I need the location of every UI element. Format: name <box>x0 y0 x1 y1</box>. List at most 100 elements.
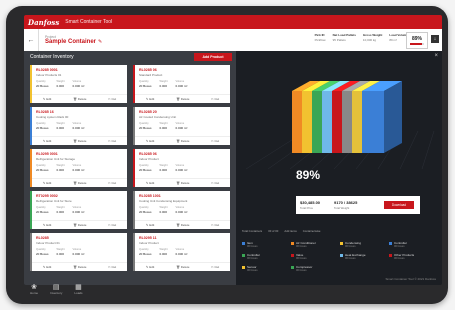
card-action-edit[interactable]: ✎ Edit <box>43 139 52 143</box>
card-action-cut[interactable]: ✂ Cut <box>211 223 219 227</box>
summary-action-button[interactable]: Download <box>384 201 414 209</box>
card-actions: ✎ Edit 🗑 Delete ✂ Cut <box>135 220 230 229</box>
legend-value: 00 boxes <box>296 245 307 248</box>
card-metric: Weight 0.000 <box>160 248 168 256</box>
card-action-edit[interactable]: ✎ Edit <box>146 223 155 227</box>
card-action-cut[interactable]: ✂ Cut <box>108 223 116 227</box>
action-label: Edit <box>46 97 52 101</box>
close-icon[interactable]: × <box>434 53 438 59</box>
card-actions: ✎ Edit 🗑 Delete ✂ Cut <box>32 136 127 145</box>
card-subtitle: Indoor Product <box>139 241 159 245</box>
card-action-edit[interactable]: ✎ Edit <box>43 223 52 227</box>
card-action-delete[interactable]: 🗑 Delete <box>176 97 189 101</box>
card-action-edit[interactable]: ✎ Edit <box>43 265 52 269</box>
action-label: Cut <box>111 265 117 269</box>
container-3d-visual <box>245 81 435 170</box>
card-actions: ✎ Edit 🗑 Delete ✂ Cut <box>32 178 127 187</box>
card-actions: ✎ Edit 🗑 Delete ✂ Cut <box>135 262 230 271</box>
card-title: RL0285 0001 <box>36 68 58 72</box>
card-action-delete[interactable]: 🗑 Delete <box>73 97 86 101</box>
card-action-cut[interactable]: ✂ Cut <box>108 265 116 269</box>
metric-label: Weight <box>159 248 168 251</box>
action-label: Delete <box>180 97 190 101</box>
metric-label: Quantity <box>36 80 46 83</box>
card-action-delete[interactable]: 🗑 Delete <box>176 265 189 269</box>
card-action-cut[interactable]: ✂ Cut <box>108 97 116 101</box>
product-card[interactable]: RL0285 06 Indoor Product Quantity 20 Boxes W… <box>133 149 230 187</box>
legend-item: Item 00 boxes <box>242 241 291 248</box>
action-label: Cut <box>111 97 117 101</box>
card-metric: Volume 0.000 m³ <box>176 206 188 214</box>
card-metric: Quantity 20 Boxes <box>139 206 152 214</box>
edit-pencil-icon[interactable]: ✎ <box>98 39 102 45</box>
card-action-cut[interactable]: ✂ Cut <box>108 139 116 143</box>
product-card[interactable]: RL0285 16 Cooling system Rack 00 Quantity 2… <box>30 107 127 145</box>
metric-label: Quantity <box>36 122 46 125</box>
action-label: Cut <box>111 223 117 227</box>
product-card[interactable]: RL0285 1001 Cooling Unit Condensing Equip… <box>133 191 230 229</box>
product-card[interactable]: RL0285 06 Standard Product Quantity 20 Boxe… <box>133 65 230 103</box>
metric-value: 20 Boxes <box>139 84 152 88</box>
download-icon[interactable]: ↓ <box>431 35 439 43</box>
metric-value: 20 Boxes <box>139 252 152 256</box>
product-card[interactable]: RT0295 0002 Refrigeration Unit for Store Q… <box>30 191 127 229</box>
product-card[interactable]: RL0295 0001 Refrigeration Unit for Storag… <box>30 149 127 187</box>
nav-home[interactable]: ❀ Home <box>30 283 38 295</box>
nav-inventory[interactable]: ▤ Inventory <box>50 283 62 295</box>
product-card[interactable]: RL0285 Indoor Product 01 Quantity 20 Boxes W… <box>30 233 127 271</box>
container-block-front <box>322 91 332 153</box>
action-label: Cut <box>214 265 220 269</box>
nav-label: Inventory <box>50 291 63 295</box>
action-label: Cut <box>111 181 117 185</box>
card-action-edit[interactable]: ✎ Edit <box>146 265 155 269</box>
action-label: Cut <box>214 139 220 143</box>
project-stats: Pick ID Pickflow Net Load Pallets 95 Pal… <box>315 33 408 42</box>
metric-label: Weight <box>56 122 65 125</box>
metric-value: 0.000 m³ <box>175 126 188 130</box>
card-metric: Weight 0.000 <box>57 206 65 214</box>
card-action-delete[interactable]: 🗑 Delete <box>73 265 86 269</box>
card-action-edit[interactable]: ✎ Edit <box>146 181 155 185</box>
card-subtitle: Standard Product <box>139 73 163 77</box>
card-action-cut[interactable]: ✂ Cut <box>211 139 219 143</box>
card-actions: ✎ Edit 🗑 Delete ✂ Cut <box>32 220 127 229</box>
metric-label: Quantity <box>36 164 46 167</box>
product-card[interactable]: RL0285 20 Air Cooled Condensing Unit Quant… <box>133 107 230 145</box>
container-block-front <box>302 91 312 153</box>
product-card[interactable]: RL0285 0001 Indoor Products 01 Quantity 20 … <box>30 65 127 103</box>
action-label: Edit <box>46 181 52 185</box>
card-action-cut[interactable]: ✂ Cut <box>211 97 219 101</box>
metric-label: Volume <box>175 80 185 83</box>
card-action-delete[interactable]: 🗑 Delete <box>176 223 189 227</box>
card-action-delete[interactable]: 🗑 Delete <box>176 181 189 185</box>
card-action-delete[interactable]: 🗑 Delete <box>73 139 86 143</box>
nav-loads[interactable]: ▦ Loads <box>74 283 82 295</box>
action-label: Delete <box>180 223 190 227</box>
card-action-edit[interactable]: ✎ Edit <box>43 97 52 101</box>
card-action-delete[interactable]: 🗑 Delete <box>73 223 86 227</box>
back-icon[interactable]: ← <box>24 29 39 51</box>
card-metric: Quantity 20 Boxes <box>36 80 49 88</box>
card-action-cut[interactable]: ✂ Cut <box>108 181 116 185</box>
card-actions: ✎ Edit 🗑 Delete ✂ Cut <box>135 136 230 145</box>
legend-swatch <box>389 254 392 257</box>
card-action-cut[interactable]: ✂ Cut <box>211 265 219 269</box>
add-product-button[interactable]: Add Product <box>194 53 232 61</box>
product-legend: Item 00 boxes Air Conditioner 00 boxes Conde… <box>242 241 438 272</box>
metric-value: 0.000 <box>159 168 168 172</box>
card-action-delete[interactable]: 🗑 Delete <box>73 181 86 185</box>
card-metrics: Quantity 20 Boxes Weight 0.000 Volume 0.000 m… <box>139 248 187 256</box>
card-action-edit[interactable]: ✎ Edit <box>146 139 155 143</box>
action-label: Edit <box>46 265 52 269</box>
card-title: RL0295 11 <box>139 236 157 240</box>
card-action-edit[interactable]: ✎ Edit <box>43 181 52 185</box>
card-action-edit[interactable]: ✎ Edit <box>146 97 155 101</box>
product-card[interactable]: RL0295 11 Indoor Product Quantity 20 Boxes W… <box>133 233 230 271</box>
metric-value: 0.000 m³ <box>175 252 188 256</box>
legend-header-item: Total Containers <box>242 229 263 233</box>
metric-value: 0.000 m³ <box>72 210 85 214</box>
card-action-delete[interactable]: 🗑 Delete <box>176 139 189 143</box>
card-action-cut[interactable]: ✂ Cut <box>211 181 219 185</box>
metric-label: Weight <box>56 164 65 167</box>
edit-icon: ✎ <box>42 97 46 101</box>
